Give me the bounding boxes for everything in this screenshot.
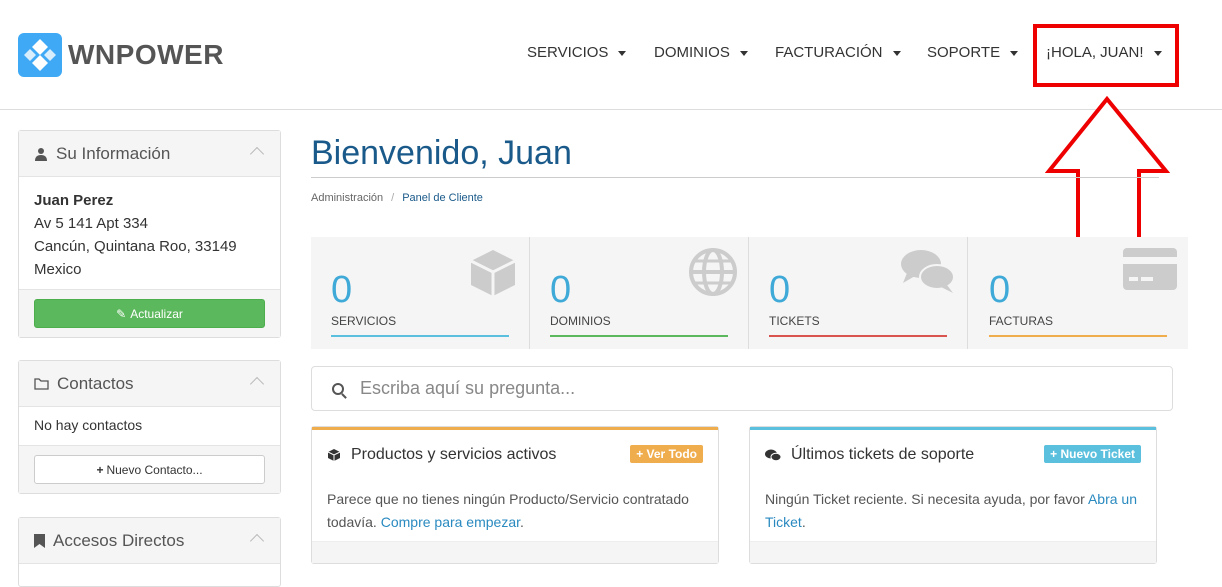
view-all-button[interactable]: + Ver Todo xyxy=(630,445,703,463)
stat-label: TICKETS xyxy=(769,314,820,328)
page-title: Bienvenido, Juan xyxy=(311,134,572,172)
stats-strip: 0 SERVICIOS 0 DOMINIOS 0 TICKETS 0 FACTU… xyxy=(311,237,1188,349)
user-icon xyxy=(35,147,47,161)
nav-label: SOPORTE xyxy=(927,44,1001,61)
search-input[interactable] xyxy=(360,378,1140,399)
contacts-panel: Contactos No hay contactos + Nuevo Conta… xyxy=(18,360,281,494)
caret-down-icon xyxy=(1010,50,1019,56)
new-contact-button[interactable]: + Nuevo Contacto... xyxy=(34,455,265,484)
chevron-up-icon[interactable] xyxy=(249,533,265,549)
caret-down-icon xyxy=(739,50,748,56)
shortcuts-panel-title: Accesos Directos xyxy=(53,530,185,550)
stat-bar xyxy=(769,335,947,337)
update-button[interactable]: ✎ Actualizar xyxy=(34,299,265,328)
contacts-panel-footer: + Nuevo Contacto... xyxy=(19,445,280,493)
stat-label: FACTURAS xyxy=(989,314,1054,328)
bookmark-icon xyxy=(34,533,45,548)
stat-value: 0 xyxy=(769,269,791,311)
nav-label: FACTURACIÓN xyxy=(775,44,883,61)
stat-label: SERVICIOS xyxy=(331,314,397,328)
tickets-card-body: Ningún Ticket reciente. Si necesita ayud… xyxy=(765,491,1138,530)
arrow-up-annotation-icon xyxy=(1045,96,1170,245)
cube-icon xyxy=(470,250,516,296)
knowledgebase-search xyxy=(311,366,1173,411)
update-button-label: Actualizar xyxy=(130,306,183,321)
client-address-line2: Cancún, Quintana Roo, 33149 xyxy=(34,238,237,255)
info-panel: Su Información Juan Perez Av 5 141 Apt 3… xyxy=(18,130,281,338)
contacts-empty-text: No hay contactos xyxy=(34,417,143,433)
credit-card-icon xyxy=(1123,248,1177,290)
folder-icon xyxy=(34,377,49,390)
info-panel-title: Su Información xyxy=(56,143,171,163)
products-card-title: Productos y servicios activos xyxy=(351,446,557,463)
stat-bar xyxy=(331,335,509,337)
info-panel-header[interactable]: Su Información xyxy=(19,131,280,177)
client-name: Juan Perez xyxy=(34,192,114,209)
cube-icon xyxy=(327,449,341,461)
search-icon xyxy=(332,382,344,395)
shortcuts-panel-header[interactable]: Accesos Directos xyxy=(19,518,280,564)
stat-servicios[interactable]: 0 SERVICIOS xyxy=(311,237,530,349)
brand-logo[interactable]: WNPOWER xyxy=(18,33,224,77)
comments-icon xyxy=(765,449,781,461)
shortcuts-panel: Accesos Directos xyxy=(18,517,281,587)
globe-icon xyxy=(689,248,737,296)
brand-name: WNPOWER xyxy=(68,39,224,70)
client-country: Mexico xyxy=(34,261,82,278)
stat-dominios[interactable]: 0 DOMINIOS xyxy=(530,237,749,349)
products-card: Productos y servicios activos + Ver Todo… xyxy=(311,426,719,564)
stat-bar xyxy=(550,335,728,337)
contacts-panel-header[interactable]: Contactos xyxy=(19,361,280,407)
nav-soporte[interactable]: SOPORTE xyxy=(927,44,1019,61)
title-divider xyxy=(311,177,1159,178)
tickets-card-title: Últimos tickets de soporte xyxy=(791,446,975,463)
tickets-empty-text: Ningún Ticket reciente. Si necesita ayud… xyxy=(765,491,1085,507)
breadcrumb-current[interactable]: Panel de Cliente xyxy=(402,192,483,204)
stat-label: DOMINIOS xyxy=(550,314,611,328)
client-address-line1: Av 5 141 Apt 334 xyxy=(34,215,148,232)
plus-icon: + xyxy=(96,462,104,477)
new-contact-label: Nuevo Contacto... xyxy=(106,462,203,477)
card-footer xyxy=(750,541,1156,563)
tickets-card-header: Últimos tickets de soporte + Nuevo Ticke… xyxy=(750,430,1156,480)
products-card-header: Productos y servicios activos + Ver Todo xyxy=(312,430,718,480)
nav-servicios[interactable]: SERVICIOS xyxy=(527,44,627,61)
chevron-up-icon[interactable] xyxy=(249,146,265,162)
nav-dominios[interactable]: DOMINIOS xyxy=(654,44,748,61)
stat-value: 0 xyxy=(989,269,1011,311)
stat-value: 0 xyxy=(331,269,353,311)
stat-value: 0 xyxy=(550,269,572,311)
nav-label: DOMINIOS xyxy=(654,44,730,61)
top-header: WNPOWER SERVICIOS DOMINIOS FACTURACIÓN S… xyxy=(0,0,1222,110)
logo-mark-icon xyxy=(18,33,62,77)
tickets-card: Últimos tickets de soporte + Nuevo Ticke… xyxy=(749,426,1157,564)
info-panel-body: Juan Perez Av 5 141 Apt 334 Cancún, Quin… xyxy=(19,177,280,289)
chat-bubbles-icon xyxy=(901,250,955,293)
products-card-body: Parece que no tienes ningún Producto/Ser… xyxy=(327,491,689,530)
buy-link[interactable]: Compre para empezar xyxy=(381,514,520,530)
nav-label: SERVICIOS xyxy=(527,44,609,61)
stat-bar xyxy=(989,335,1167,337)
stat-facturas[interactable]: 0 FACTURAS xyxy=(969,237,1188,349)
breadcrumb: Administración / Panel de Cliente xyxy=(311,192,483,204)
new-ticket-button[interactable]: + Nuevo Ticket xyxy=(1044,445,1141,463)
nav-facturacion[interactable]: FACTURACIÓN xyxy=(775,44,901,61)
card-footer xyxy=(312,541,718,563)
stat-tickets[interactable]: 0 TICKETS xyxy=(749,237,968,349)
breadcrumb-separator: / xyxy=(391,192,395,204)
contacts-panel-title: Contactos xyxy=(57,373,134,393)
chevron-up-icon[interactable] xyxy=(249,376,265,392)
caret-down-icon xyxy=(618,50,627,56)
info-panel-footer: ✎ Actualizar xyxy=(19,289,280,337)
pencil-icon: ✎ xyxy=(116,306,127,321)
breadcrumb-root[interactable]: Administración xyxy=(311,192,383,204)
caret-down-icon xyxy=(892,50,901,56)
highlight-annotation-box xyxy=(1033,24,1179,87)
